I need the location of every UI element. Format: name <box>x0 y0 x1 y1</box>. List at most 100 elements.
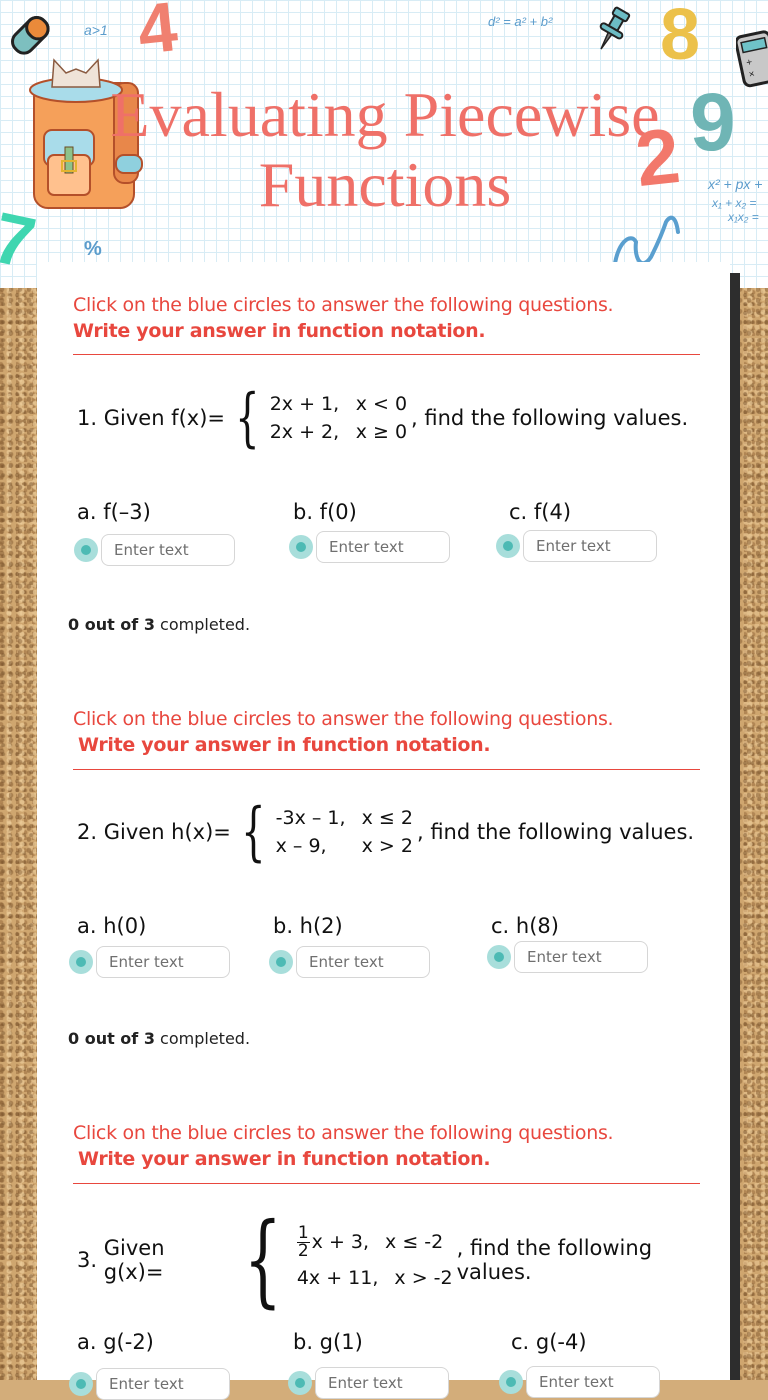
number-7-doodle: 7 <box>0 197 42 285</box>
header-banner: a>1 4 7 % d² = a² + b² 8 + × Evaluating … <box>0 0 768 288</box>
answer-b <box>269 946 430 978</box>
answer-radio-button[interactable] <box>499 1370 523 1394</box>
instruction-line-2: Write your answer in function notation. <box>78 1148 491 1170</box>
answer-b <box>289 531 450 563</box>
part-c-label: c. g(-4) <box>511 1330 587 1354</box>
divider-line <box>73 354 700 355</box>
question-number: 1. <box>77 406 98 430</box>
answer-radio-button[interactable] <box>269 950 293 974</box>
brace-symbol: { <box>241 795 266 869</box>
completion-status: 0 out of 3 completed. <box>68 1029 250 1048</box>
part-b-label: b. h(2) <box>273 914 343 938</box>
radio-dot-icon <box>503 541 513 551</box>
math-note-vieta-1: x₁ + x₂ = <box>712 196 757 210</box>
divider-line <box>73 1183 700 1184</box>
instruction-line-2: Write your answer in function notation. <box>78 734 491 756</box>
instructions: Click on the blue circles to answer the … <box>73 1120 614 1172</box>
completion-text: completed. <box>154 615 251 634</box>
question-number: 3. <box>77 1248 98 1272</box>
answer-a <box>69 946 230 978</box>
divider-line <box>73 769 700 770</box>
radio-dot-icon <box>494 952 504 962</box>
answer-radio-button[interactable] <box>487 945 511 969</box>
number-8-doodle: 8 <box>660 0 701 75</box>
part-b-label: b. f(0) <box>293 500 357 524</box>
push-pin-icon <box>599 6 631 50</box>
worksheet-panel: Click on the blue circles to answer the … <box>37 262 730 1400</box>
percent-doodle: % <box>84 238 102 260</box>
part-a-label: a. h(0) <box>77 914 147 938</box>
scrollbar-track[interactable] <box>730 273 740 1380</box>
part-a-label: a. g(-2) <box>77 1330 154 1354</box>
question-prefix: Given f(x)= <box>103 406 225 430</box>
answer-a <box>74 534 235 566</box>
radio-dot-icon <box>296 542 306 552</box>
completion-text: completed. <box>154 1029 251 1048</box>
answer-input-field[interactable] <box>96 946 230 978</box>
answer-c <box>496 530 657 562</box>
calculator-icon: + × <box>736 30 768 88</box>
completion-count: 0 out of 3 <box>68 615 155 634</box>
answer-input-field[interactable] <box>514 941 648 973</box>
part-c-label: c. h(8) <box>491 914 559 938</box>
math-note-a-gt-1: a>1 <box>84 22 108 38</box>
piece-1: -3x – 1, x ≤ 2 <box>275 807 413 829</box>
question-suffix: , find the following values. <box>411 406 689 430</box>
question-suffix: , find the following values. <box>416 820 695 844</box>
math-note-pythagorean: d² = a² + b² <box>488 14 553 29</box>
answer-input-field[interactable] <box>101 534 235 566</box>
page-title: Evaluating Piecewise Functions <box>80 80 690 220</box>
radio-dot-icon <box>276 957 286 967</box>
answer-c <box>499 1366 660 1398</box>
brace-symbol: { <box>235 381 260 455</box>
answer-input-field[interactable] <box>296 946 430 978</box>
instructions: Click on the blue circles to answer the … <box>73 706 614 758</box>
answer-radio-button[interactable] <box>496 534 520 558</box>
instruction-line-1: Click on the blue circles to answer the … <box>73 1122 614 1144</box>
piece-2: x – 9, x > 2 <box>275 835 413 857</box>
radio-dot-icon <box>81 545 91 555</box>
answer-radio-button[interactable] <box>74 538 98 562</box>
part-b-label: b. g(1) <box>293 1330 363 1354</box>
instruction-line-1: Click on the blue circles to answer the … <box>73 708 614 730</box>
instructions: Click on the blue circles to answer the … <box>73 292 614 344</box>
answer-radio-button[interactable] <box>288 1371 312 1395</box>
brace-symbol: { <box>243 1201 283 1318</box>
fraction-one-half: 12 <box>296 1222 310 1261</box>
answer-input-field[interactable] <box>315 1367 449 1399</box>
piece-2: 4x + 11, x > -2 <box>296 1267 453 1289</box>
answer-radio-button[interactable] <box>289 535 313 559</box>
question-2-prompt: 2. Given h(x)= { -3x – 1, x ≤ 2 x – 9, x >… <box>77 800 694 864</box>
answer-a <box>69 1368 230 1400</box>
answer-b <box>288 1367 449 1399</box>
answer-input-field[interactable] <box>96 1368 230 1400</box>
question-prefix: Given h(x)= <box>103 820 231 844</box>
question-number: 2. <box>77 820 98 844</box>
page-title-line-2: Functions <box>258 149 512 220</box>
piece-1: 12 x + 3, x ≤ -2 <box>296 1222 444 1261</box>
answer-input-field[interactable] <box>316 531 450 563</box>
question-suffix: , find the following values. <box>456 1236 653 1284</box>
piece-2: 2x + 2, x ≥ 0 <box>269 421 408 443</box>
piece-1: 2x + 1, x < 0 <box>269 393 408 415</box>
answer-radio-button[interactable] <box>69 1372 93 1396</box>
question-3-prompt: 3. Given g(x)= { 12 x + 3, x ≤ -2 4x + 1… <box>77 1210 730 1310</box>
piecewise-definition: 2x + 1, x < 0 2x + 2, x ≥ 0 <box>270 390 407 446</box>
math-note-quadratic: x² + px + <box>708 176 763 192</box>
completion-count: 0 out of 3 <box>68 1029 155 1048</box>
instruction-line-1: Click on the blue circles to answer the … <box>73 294 614 316</box>
radio-dot-icon <box>76 957 86 967</box>
instruction-line-2: Write your answer in function notation. <box>73 320 486 342</box>
piecewise-definition: 12 x + 3, x ≤ -2 4x + 11, x > -2 <box>296 1222 453 1296</box>
answer-radio-button[interactable] <box>69 950 93 974</box>
piecewise-definition: -3x – 1, x ≤ 2 x – 9, x > 2 <box>276 804 413 860</box>
answer-input-field[interactable] <box>523 530 657 562</box>
answer-c <box>487 941 648 973</box>
part-c-label: c. f(4) <box>509 500 572 524</box>
answer-input-field[interactable] <box>526 1366 660 1398</box>
part-a-label: a. f(–3) <box>77 500 151 524</box>
radio-dot-icon <box>76 1379 86 1389</box>
radio-dot-icon <box>506 1377 516 1387</box>
question-prefix: Given g(x)= <box>103 1236 165 1284</box>
question-1-prompt: 1. Given f(x)= { 2x + 1, x < 0 2x + 2, x ≥… <box>77 386 688 450</box>
